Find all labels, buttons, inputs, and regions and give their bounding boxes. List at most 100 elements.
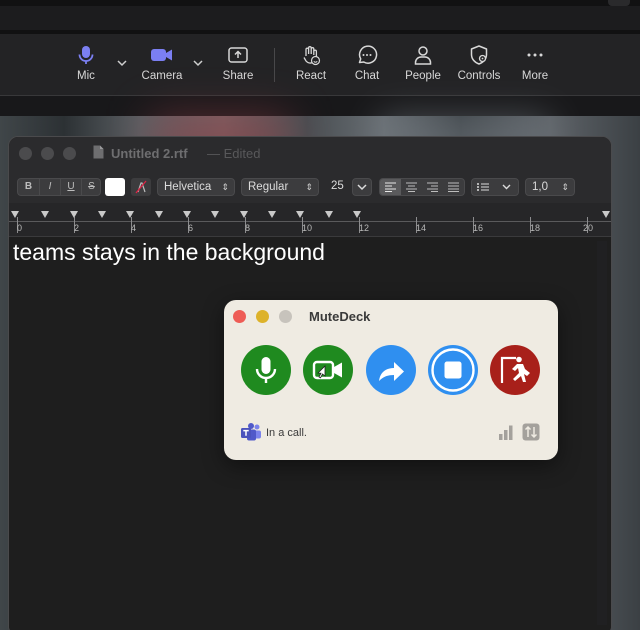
- align-center-icon: [406, 182, 417, 192]
- leave-button[interactable]: [490, 345, 540, 395]
- strikethrough-button[interactable]: S: [81, 179, 101, 195]
- align-right-icon: [427, 182, 438, 192]
- toolbar-controls-button[interactable]: Controls: [449, 44, 509, 90]
- alignment-group: [379, 178, 465, 196]
- people-icon: [414, 46, 432, 65]
- justify-icon: [448, 182, 459, 192]
- share-arrow-icon: [366, 345, 416, 395]
- mic-icon: [241, 345, 291, 395]
- toolbar-people-button[interactable]: People: [393, 44, 453, 90]
- line-spacing-select[interactable]: 1,0 ⇕: [525, 178, 575, 196]
- toolbar-camera-label: Camera: [141, 70, 183, 82]
- font-style-select[interactable]: Regular ⇕: [241, 178, 319, 196]
- video-button[interactable]: [303, 345, 353, 395]
- font-family-select[interactable]: Helvetica ⇕: [157, 178, 235, 196]
- font-size-dropdown[interactable]: [352, 178, 372, 196]
- bold-button[interactable]: B: [18, 179, 39, 195]
- toolbar-chat-button[interactable]: Chat: [337, 44, 397, 90]
- toolbar-shadow: [0, 96, 640, 116]
- zoom-window-button[interactable]: [279, 310, 292, 323]
- stop-record-icon: [428, 345, 478, 395]
- ruler-number: 4: [131, 223, 137, 233]
- window-top-strip: [0, 0, 640, 34]
- ruler-number: 12: [359, 223, 370, 233]
- signal-strength-icon[interactable]: [498, 424, 514, 440]
- leave-meeting-icon: [490, 345, 540, 395]
- align-center-button[interactable]: [401, 179, 422, 195]
- tab-stop[interactable]: [296, 211, 304, 218]
- font-family-value: Helvetica: [164, 181, 212, 193]
- minimize-window-button[interactable]: [256, 310, 269, 323]
- tab-stop[interactable]: [70, 211, 78, 218]
- tab-stop[interactable]: [353, 211, 361, 218]
- underline-button[interactable]: U: [60, 179, 81, 195]
- background-color-well[interactable]: [131, 178, 151, 196]
- list-style-select[interactable]: [471, 178, 519, 196]
- italic-button[interactable]: I: [39, 179, 60, 195]
- camera-icon: [151, 49, 172, 61]
- toolbar-chat-label: Chat: [354, 70, 380, 82]
- share-button[interactable]: [366, 345, 416, 395]
- ruler-number: 20: [583, 223, 594, 233]
- video-camera-icon: [303, 345, 353, 395]
- close-window-button[interactable]: [19, 147, 32, 160]
- align-left-button[interactable]: [380, 179, 401, 195]
- mute-button[interactable]: [241, 345, 291, 395]
- call-status: In a call.: [266, 427, 307, 439]
- mic-icon: [78, 46, 94, 64]
- mic-options-chevron-down-icon[interactable]: [115, 56, 129, 70]
- align-left-icon: [385, 182, 396, 192]
- tab-stop[interactable]: [155, 211, 163, 218]
- toolbar-people-label: People: [405, 70, 441, 82]
- react-icon: [303, 46, 321, 66]
- toolbar-camera-button[interactable]: Camera: [132, 44, 192, 90]
- chat-icon: [358, 45, 378, 64]
- text-style-group: B I U S: [17, 178, 101, 196]
- camera-options-chevron-down-icon[interactable]: [191, 56, 205, 70]
- record-button[interactable]: [428, 345, 478, 395]
- highlight-icon: [135, 180, 147, 194]
- tab-stop[interactable]: [211, 211, 219, 218]
- tab-stop[interactable]: [98, 211, 106, 218]
- zoom-window-button[interactable]: [63, 147, 76, 160]
- tab-stop[interactable]: [268, 211, 276, 218]
- tab-stop[interactable]: [41, 211, 49, 218]
- toolbar-more-button[interactable]: More: [505, 44, 565, 90]
- select-arrows-icon: ⇕: [221, 182, 229, 192]
- edited-indicator: — Edited: [207, 146, 261, 161]
- document-text[interactable]: teams stays in the background: [13, 239, 325, 266]
- scrollbar[interactable]: [597, 241, 607, 625]
- tab-stop[interactable]: [126, 211, 134, 218]
- ruler: 0 2 4 6 8 10 12 14 16 18 20: [9, 203, 611, 237]
- indent-marker[interactable]: [11, 211, 19, 218]
- toolbar-share-button[interactable]: Share: [208, 44, 268, 90]
- teams-logo-icon: [241, 423, 261, 441]
- textedit-titlebar[interactable]: Untitled 2.rtf — Edited: [9, 137, 611, 171]
- line-spacing-value: 1,0: [532, 181, 548, 193]
- ruler-number: 16: [473, 223, 484, 233]
- share-icon: [228, 47, 248, 63]
- justify-button[interactable]: [443, 179, 464, 195]
- ruler-number: 8: [245, 223, 251, 233]
- document-title: Untitled 2.rtf: [111, 146, 188, 161]
- minimize-window-button[interactable]: [41, 147, 54, 160]
- document-icon: [93, 145, 104, 159]
- text-color-well[interactable]: [105, 178, 125, 196]
- align-right-button[interactable]: [422, 179, 443, 195]
- tab-stop[interactable]: [240, 211, 248, 218]
- close-window-button[interactable]: [233, 310, 246, 323]
- toolbar-share-label: Share: [222, 70, 254, 82]
- toolbar-mic-button[interactable]: Mic: [56, 44, 116, 90]
- swap-arrows-icon[interactable]: [522, 423, 540, 441]
- toolbar-more-label: More: [521, 70, 549, 82]
- tab-stop[interactable]: [183, 211, 191, 218]
- ruler-number: 14: [416, 223, 427, 233]
- right-margin-marker[interactable]: [602, 211, 610, 218]
- ruler-number: 10: [302, 223, 313, 233]
- format-bar: B I U S Helvetica ⇕ Regular ⇕ 25 1,0 ⇕: [9, 171, 611, 203]
- select-arrows-icon: ⇕: [305, 182, 313, 192]
- toolbar-react-label: React: [295, 70, 327, 82]
- toolbar-react-button[interactable]: React: [281, 44, 341, 90]
- select-arrows-icon: ⇕: [561, 182, 569, 192]
- tab-stop[interactable]: [325, 211, 333, 218]
